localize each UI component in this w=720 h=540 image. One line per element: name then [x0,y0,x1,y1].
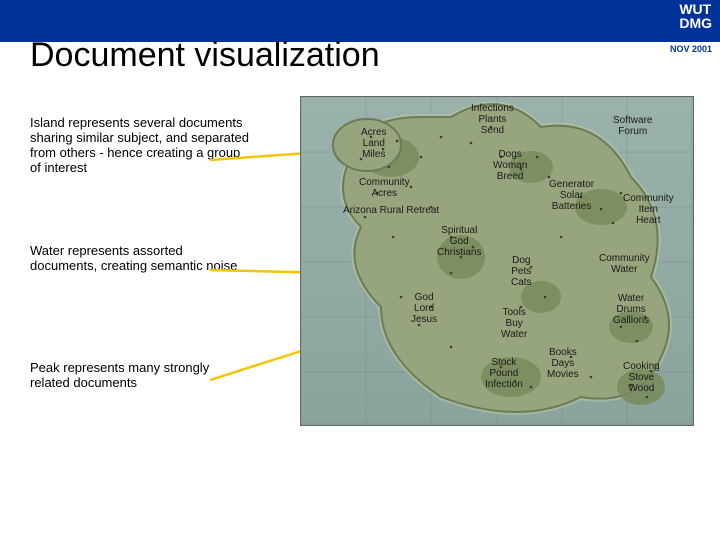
map-label: Community Item Heart [623,193,674,226]
map-label: Community Water [599,253,650,275]
map-label: Infections Plants Send [471,103,514,136]
map-label: Arizona Rural Retreat [343,205,439,216]
header-date: NOV 2001 [670,44,712,54]
map-label: God Lord Jesus [411,292,437,325]
header-org-line2: DMG [679,15,712,31]
caption-island: Island represents several documents shar… [30,115,250,175]
caption-peak: Peak represents many strongly related do… [30,360,250,390]
page-title: Document visualization [30,36,380,75]
map-label: Books Days Movies [547,347,579,380]
caption-water: Water represents assorted documents, cre… [30,243,250,273]
map-label: Dogs Woman Breed [493,149,527,182]
header-org: WUT DMG [679,2,712,30]
map-label: Water Drums Galllons [613,293,649,326]
map-label: Community Acres [359,177,410,199]
map-label: Tools Buy Water [501,307,527,340]
map-label: Software Forum [613,115,652,137]
map-label: Acres Land Miles [361,127,387,160]
map-label: Generator Solar Batteries [549,179,594,212]
map-label: Stock Pound Infection [485,357,523,390]
map-label: Spiritual God Christians [437,225,481,258]
map-visualization: Acres Land Miles Community Acres Arizona R… [300,96,694,426]
map-label: Cooking Stove Wood [623,361,660,394]
map-label: Dog Pets Cats [511,255,532,288]
